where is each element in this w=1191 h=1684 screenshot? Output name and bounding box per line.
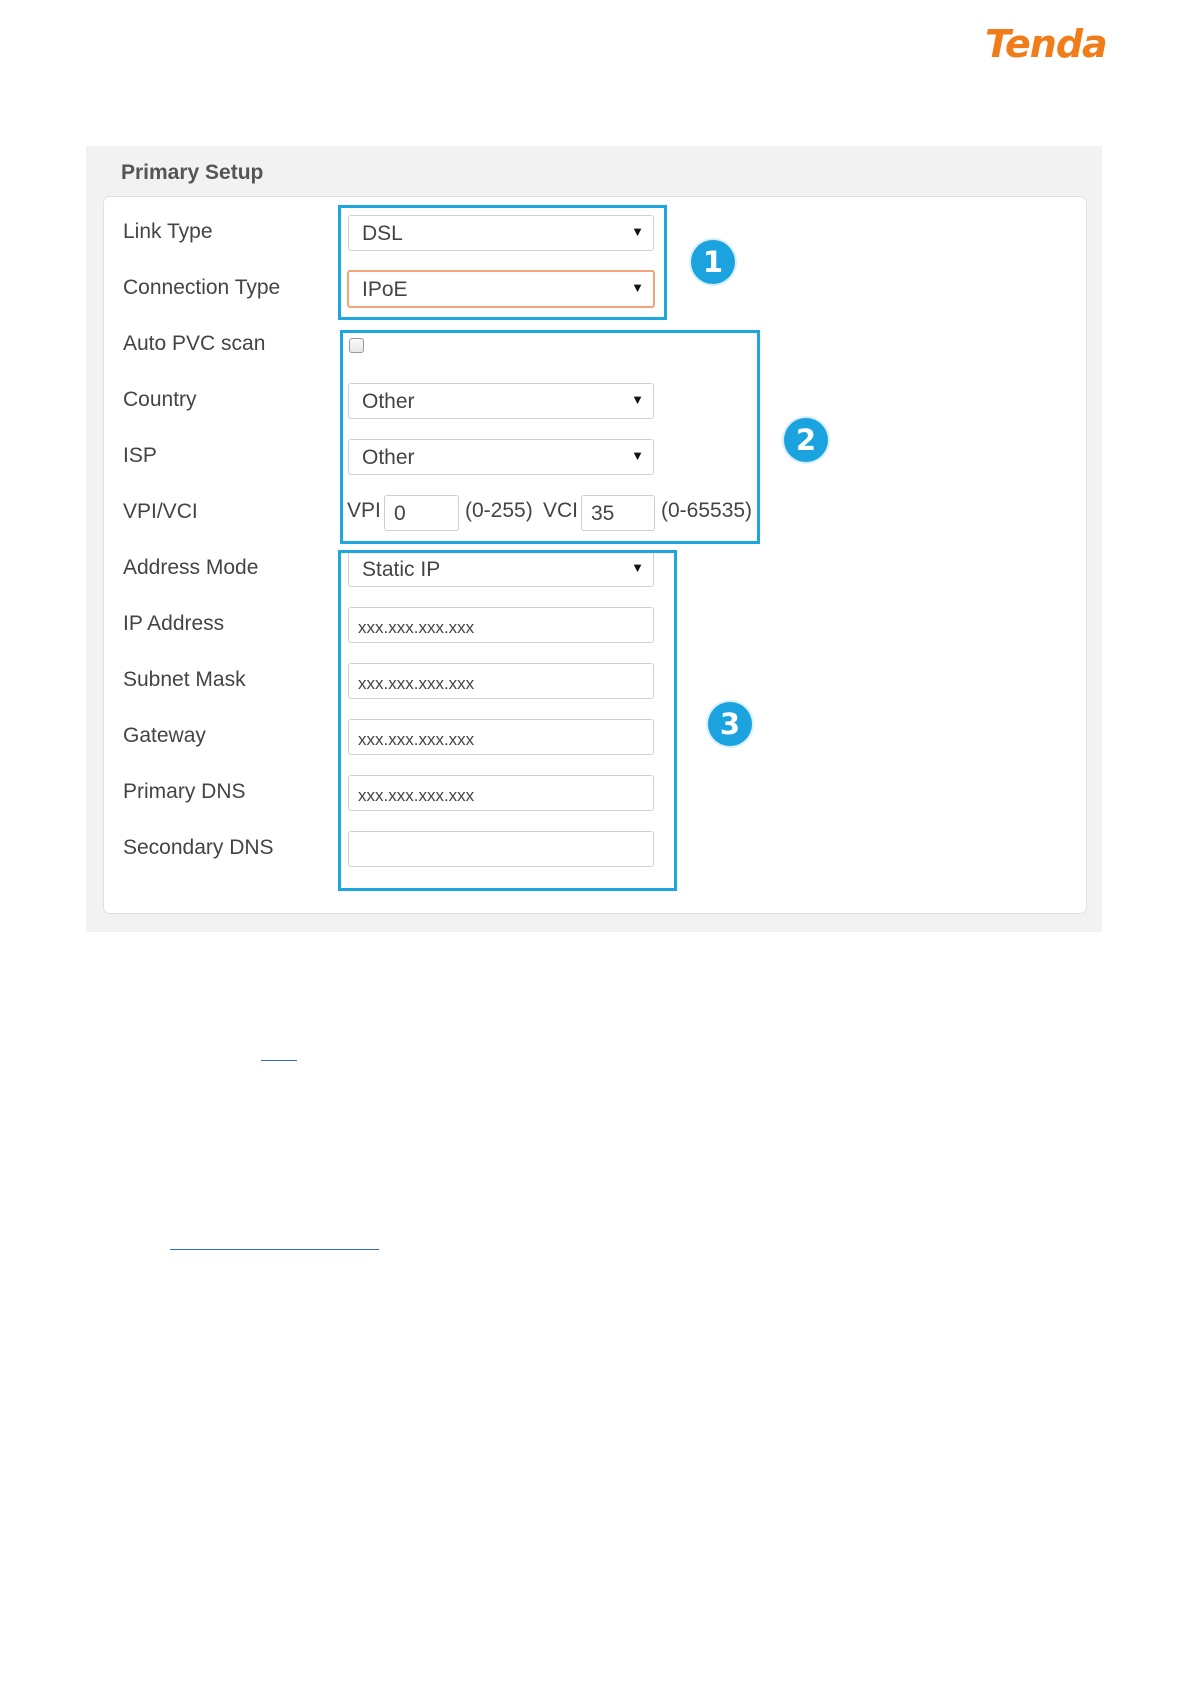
label-isp: ISP — [123, 444, 157, 467]
label-link-type: Link Type — [123, 220, 213, 243]
label-subnet-mask: Subnet Mask — [123, 668, 246, 691]
label-ip-address: IP Address — [123, 612, 225, 635]
label-secondary-dns: Secondary DNS — [123, 836, 274, 859]
callout-badge-1: 1 — [691, 240, 735, 284]
link-underline-short[interactable] — [261, 1060, 297, 1061]
label-address-mode: Address Mode — [123, 556, 259, 579]
tenda-logo: Tenda — [985, 22, 1108, 66]
label-vpi-vci: VPI/VCI — [123, 500, 198, 523]
callout-badge-3: 3 — [708, 702, 752, 746]
callout-box-3 — [338, 550, 677, 891]
link-underline-long[interactable] — [170, 1249, 379, 1250]
label-auto-pvc-scan: Auto PVC scan — [123, 332, 266, 355]
callout-badge-2: 2 — [784, 418, 828, 462]
label-primary-dns: Primary DNS — [123, 780, 246, 803]
panel-title: Primary Setup — [121, 161, 264, 184]
callout-box-2 — [340, 330, 760, 544]
label-country: Country — [123, 388, 197, 411]
label-connection-type: Connection Type — [123, 276, 281, 299]
callout-box-1 — [338, 205, 667, 320]
label-gateway: Gateway — [123, 724, 206, 747]
